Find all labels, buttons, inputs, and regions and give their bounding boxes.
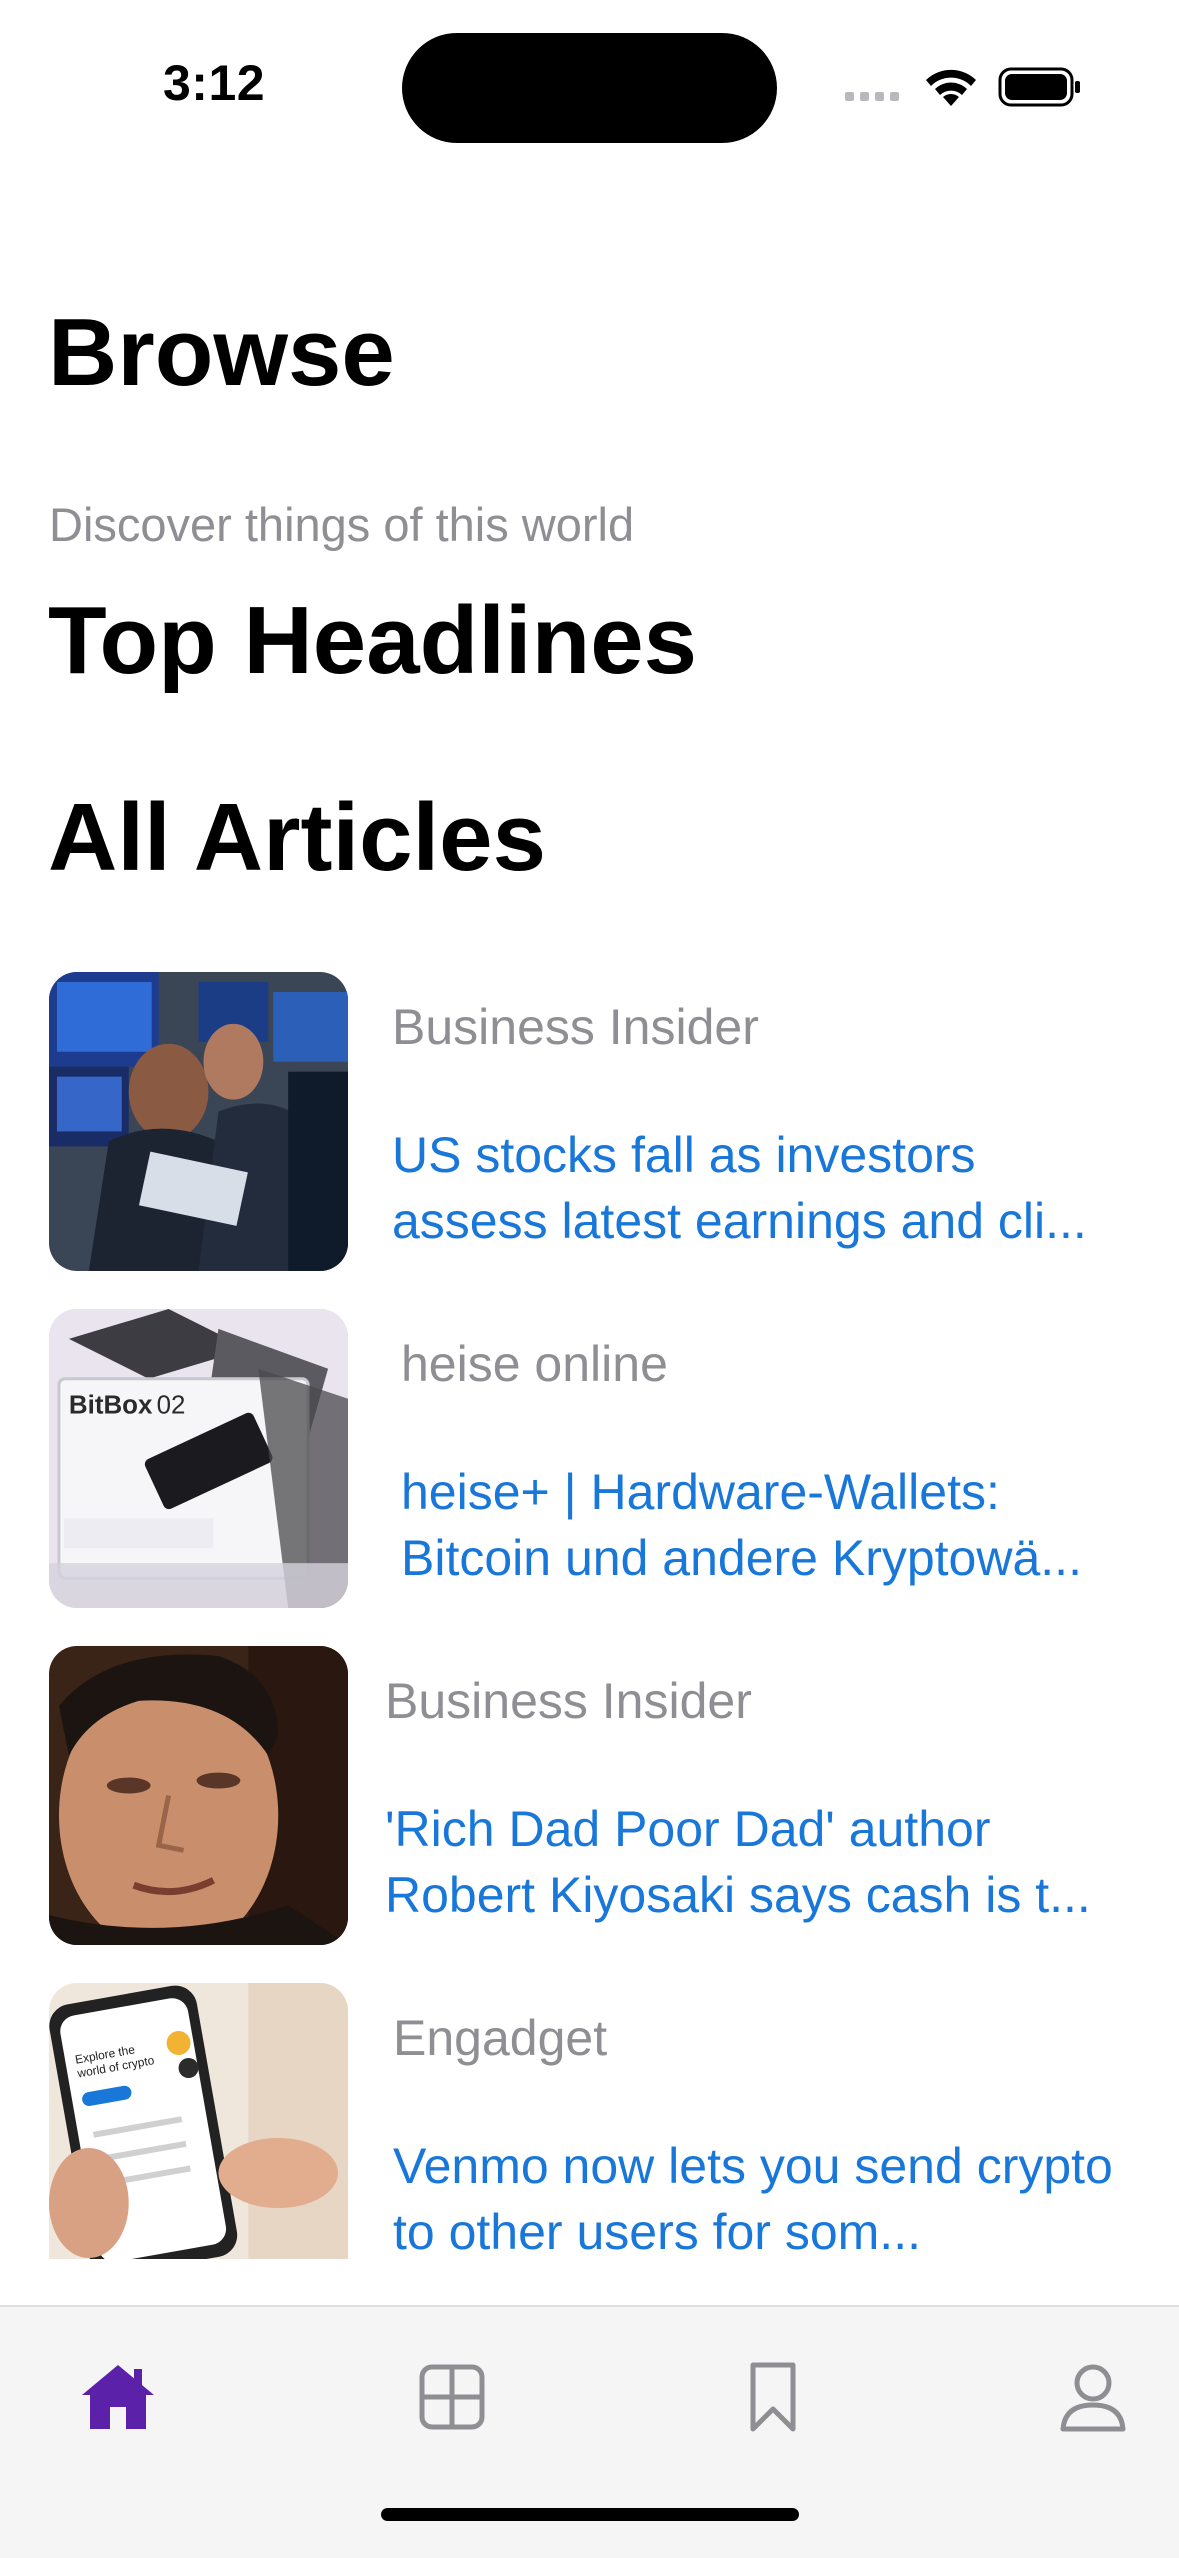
article-source: Business Insider (385, 1673, 752, 1729)
page-subtitle: Discover things of this world (49, 498, 635, 551)
article-source: Engadget (393, 2010, 608, 2066)
svg-text:02: 02 (157, 1392, 186, 1420)
bookmark-icon (750, 2362, 796, 2432)
article-row[interactable]: Business Insider US stocks fall as inves… (49, 972, 1149, 1272)
status-bar: 3:12 (0, 0, 1179, 150)
tab-categories[interactable] (412, 2357, 492, 2437)
article-headline[interactable]: heise+ | Hardware-Wallets: Bitcoin und a… (401, 1459, 1146, 1591)
wifi-icon (926, 69, 976, 106)
svg-text:BitBox: BitBox (69, 1392, 153, 1420)
home-indicator (381, 2508, 799, 2521)
person-icon (1060, 2364, 1126, 2432)
tab-home[interactable] (78, 2357, 158, 2437)
tab-profile[interactable] (1053, 2357, 1133, 2437)
cellular-signal-icon (845, 92, 899, 101)
article-headline[interactable]: US stocks fall as investors assess lates… (392, 1122, 1137, 1254)
house-icon (82, 2365, 154, 2429)
dynamic-island (402, 33, 777, 143)
article-row[interactable]: Explore the world of crypto Engadget Ven… (49, 1983, 1149, 2260)
grid-icon (419, 2364, 485, 2430)
all-articles-heading: All Articles (48, 784, 546, 891)
page-title: Browse (48, 299, 395, 406)
top-headlines-heading: Top Headlines (48, 587, 697, 694)
status-time: 3:12 (163, 55, 266, 111)
article-row[interactable]: Business Insider 'Rich Dad Poor Dad' aut… (49, 1646, 1149, 1946)
article-thumbnail (49, 1646, 348, 1945)
article-thumbnail: BitBox 02 (49, 1309, 348, 1608)
tab-bookmarks[interactable] (733, 2357, 813, 2437)
article-thumbnail (49, 972, 348, 1271)
article-source: Business Insider (392, 999, 759, 1055)
article-headline[interactable]: Venmo now lets you send crypto to other … (393, 2133, 1138, 2265)
article-source: heise online (401, 1336, 668, 1392)
article-headline[interactable]: 'Rich Dad Poor Dad' author Robert Kiyosa… (385, 1796, 1130, 1928)
battery-icon (998, 67, 1080, 107)
article-thumbnail: Explore the world of crypto (49, 1983, 348, 2259)
article-row[interactable]: BitBox 02 heise online heise+ | Hardware… (49, 1309, 1149, 1609)
